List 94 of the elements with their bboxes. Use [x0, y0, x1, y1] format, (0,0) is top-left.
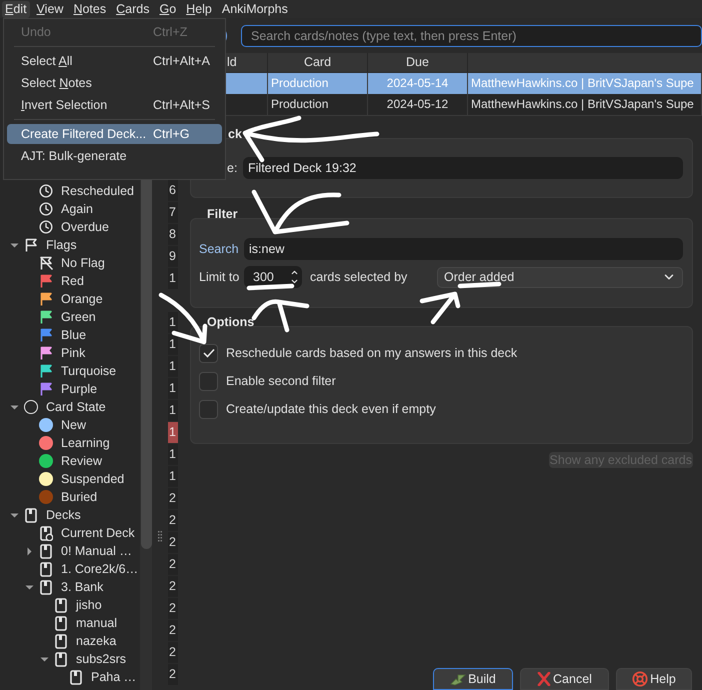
sidebar-item[interactable]: Current Deck: [61, 524, 135, 542]
splitter-handle-icon[interactable]: [158, 531, 162, 542]
sidebar-item[interactable]: New: [61, 416, 86, 434]
menu-bar-item[interactable]: AnkiMorphs: [218, 0, 291, 18]
expand-arrow-icon[interactable]: [24, 546, 34, 556]
group-title: ck: [228, 126, 243, 141]
menu-item[interactable]: AJT: Bulk-generate: [7, 146, 222, 166]
help-button[interactable]: Help: [616, 668, 692, 690]
clock-icon: [39, 184, 53, 198]
table-cell: 2024-05-14: [368, 73, 468, 94]
sidebar-item[interactable]: Overdue: [61, 218, 109, 236]
collapse-arrow-icon[interactable]: [10, 510, 18, 520]
deck-icon: [40, 544, 52, 558]
sidebar-item[interactable]: Pink: [61, 344, 86, 362]
sidebar-item[interactable]: Card State: [46, 398, 106, 416]
collapse-arrow-icon[interactable]: [24, 582, 34, 592]
sidebar-item[interactable]: Decks: [46, 506, 81, 524]
limit-label: Limit to: [199, 268, 240, 286]
table-cell: Production: [268, 94, 368, 115]
menu-bar-item[interactable]: View: [34, 0, 66, 18]
collapse-arrow-icon[interactable]: [10, 402, 18, 412]
menu-item[interactable]: Invert Selection Ctrl+Alt+S: [7, 95, 222, 115]
clock-icon: [39, 202, 53, 216]
sidebar-item[interactable]: Turquoise: [61, 362, 116, 380]
checkbox-label: Reschedule cards based on my answers in this deck: [226, 344, 518, 362]
table-cell: 2024-05-12: [368, 94, 468, 115]
sidebar-item[interactable]: Red: [61, 272, 84, 290]
sidebar-item[interactable]: Review: [61, 452, 102, 470]
sidebar-item[interactable]: Green: [61, 308, 96, 326]
check-icon: [202, 348, 214, 358]
cross-icon: [537, 672, 552, 686]
deck-icon: [70, 670, 82, 684]
table-cell: MatthewHawkins.co | BritVSJapan's Supe: [468, 73, 702, 94]
deck-icon: [40, 562, 52, 576]
order-dropdown[interactable]: Order added: [437, 266, 683, 288]
menu-bar-item[interactable]: Cards: [113, 0, 152, 18]
sidebar-item[interactable]: Blue: [61, 326, 86, 344]
menu-item[interactable]: Select Notes: [7, 73, 222, 93]
column-header[interactable]: Due: [368, 53, 468, 72]
menu-bar-item[interactable]: Go: [156, 0, 180, 18]
deck-icon: [54, 616, 68, 630]
sidebar-item[interactable]: Rescheduled: [61, 182, 134, 200]
menu-bar-item[interactable]: Help: [183, 0, 215, 18]
sidebar-item[interactable]: 3. Bank: [61, 578, 104, 596]
name-field[interactable]: Filtered Deck 19:32: [243, 157, 683, 179]
search-field[interactable]: is:new: [244, 238, 683, 260]
collapse-arrow-icon[interactable]: [10, 240, 18, 250]
sidebar-item[interactable]: Purple: [61, 380, 98, 398]
checkbox[interactable]: [199, 344, 218, 362]
deck-icon: [24, 508, 38, 522]
cancel-button[interactable]: Cancel: [520, 668, 609, 690]
deck-icon: [54, 634, 68, 648]
deck-icon: [54, 598, 68, 612]
deck-clock-icon: [40, 526, 52, 540]
collapse-arrow-icon[interactable]: [40, 654, 48, 664]
search-link[interactable]: Search: [199, 240, 244, 258]
sidebar-item[interactable]: Paha …: [91, 668, 136, 686]
table-cell: Production: [268, 73, 368, 94]
sidebar-item[interactable]: No Flag: [61, 254, 105, 272]
menu-bar-item[interactable]: Notes: [70, 0, 110, 18]
search-field[interactable]: Search cards/notes (type text, then press Enter): [241, 24, 702, 46]
checkbox[interactable]: [199, 400, 218, 418]
clock-icon: [39, 220, 53, 234]
menu-item[interactable]: Create Filtered Deck... Ctrl+G: [7, 124, 222, 144]
lifebuoy-icon: [632, 671, 648, 687]
sidebar-item[interactable]: Learning: [61, 434, 110, 452]
flag-icon: [24, 238, 38, 252]
sidebar-item[interactable]: Again: [61, 200, 93, 218]
table-cell: MatthewHawkins.co | BritVSJapan's Supe: [468, 94, 702, 115]
sidebar-item[interactable]: Orange: [61, 290, 103, 308]
name-label: e:: [227, 160, 238, 177]
sidebar-item[interactable]: Suspended: [61, 470, 124, 488]
sidebar-item[interactable]: 0! Manual …: [61, 542, 132, 560]
menu-bar-item[interactable]: Edit: [2, 0, 30, 18]
checkbox-label: Create/update this deck even if empty: [226, 400, 436, 418]
no-flag-icon: [40, 256, 52, 270]
build-button[interactable]: Build: [433, 668, 513, 690]
check-arrow-icon: [450, 672, 466, 686]
sidebar-item[interactable]: manual: [76, 614, 117, 632]
checkbox-label: Enable second filter: [226, 372, 336, 390]
sidebar-item[interactable]: jisho: [76, 596, 102, 614]
sidebar-item[interactable]: Flags: [46, 236, 77, 254]
deck-icon: [54, 652, 68, 666]
menu-item[interactable]: Select All Ctrl+Alt+A: [7, 51, 222, 71]
sidebar-item[interactable]: 1. Core2k/6…: [61, 560, 138, 578]
selected-by-label: cards selected by: [310, 268, 408, 286]
sidebar-item[interactable]: subs2srs: [76, 650, 126, 668]
checkbox[interactable]: [199, 372, 218, 390]
group-title: Options: [207, 314, 256, 329]
sidebar-item[interactable]: nazeka: [76, 632, 116, 650]
column-header[interactable]: Card: [268, 53, 368, 72]
sidebar-item[interactable]: Buried: [61, 488, 98, 506]
group-title: Filter: [207, 206, 239, 221]
deck-icon: [40, 580, 52, 594]
